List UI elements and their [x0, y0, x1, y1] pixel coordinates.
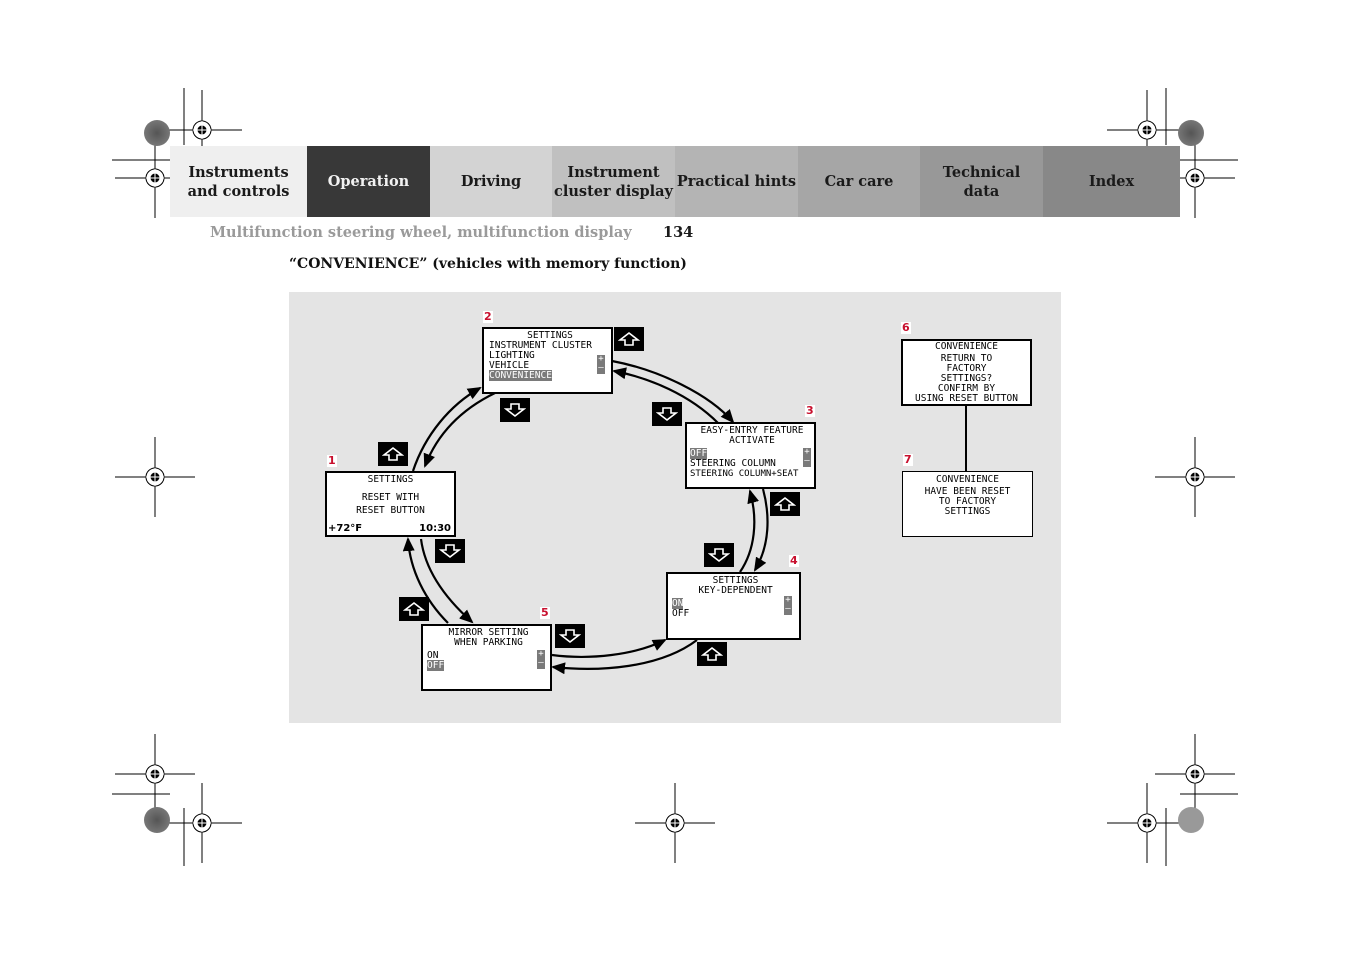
down-arrow-button[interactable] — [500, 398, 530, 422]
arrow-up-icon — [618, 331, 640, 346]
display-screen-4: SETTINGS KEY-DEPENDENT ON OFF + – — [666, 572, 801, 640]
step-number-5: 5 — [540, 606, 550, 619]
up-arrow-button[interactable] — [399, 597, 429, 621]
option-off-selected: OFF — [427, 660, 445, 671]
option-on: ON — [427, 650, 439, 661]
arrow-up-icon — [701, 646, 723, 661]
up-arrow-button[interactable] — [697, 642, 727, 666]
menu-item-convenience-selected: CONVENIENCE — [489, 370, 552, 381]
screen-line: SETTINGS — [944, 506, 991, 517]
arrow-up-icon — [774, 496, 796, 511]
clock-readout: 10:30 — [419, 523, 451, 534]
step-number-7: 7 — [903, 453, 913, 466]
display-screen-2: SETTINGS INSTRUMENT CLUSTER LIGHTING VEH… — [482, 327, 613, 394]
arrow-down-icon — [559, 629, 581, 644]
plus-minus-indicator: + – — [784, 595, 792, 615]
step-number-2: 2 — [483, 310, 493, 323]
screen-line: USING RESET BUTTON — [915, 393, 1018, 404]
step-number-1: 1 — [327, 454, 337, 467]
screen-title: SETTINGS — [367, 474, 414, 485]
arrow-down-icon — [439, 544, 461, 559]
display-screen-5: MIRROR SETTING WHEN PARKING ON OFF + – — [421, 624, 552, 691]
arrow-4-to-3 — [739, 489, 759, 573]
arrow-up-icon — [403, 601, 425, 616]
step-number-6: 6 — [901, 321, 911, 334]
screen-title: CONVENIENCE — [936, 474, 999, 485]
screen-subtitle: ACTIVATE — [729, 435, 775, 446]
arrow-3-to-4 — [753, 488, 769, 572]
display-screen-1: SETTINGS RESET WITH RESET BUTTON +72°F 1… — [325, 471, 456, 537]
arrow-down-icon — [656, 407, 678, 422]
arrow-down-icon — [708, 548, 730, 563]
arrow-down-icon — [504, 403, 526, 418]
step-number-3: 3 — [805, 404, 815, 417]
flow-arrows — [402, 359, 967, 675]
plus-minus-indicator: + – — [803, 447, 811, 467]
arrow-up-icon — [382, 446, 404, 461]
down-arrow-button[interactable] — [704, 543, 734, 567]
up-arrow-button[interactable] — [614, 327, 644, 351]
screen-line: RESET BUTTON — [356, 505, 425, 516]
plus-minus-indicator: + – — [597, 354, 605, 374]
screen-title: CONVENIENCE — [935, 341, 998, 352]
display-screen-3: EASY-ENTRY FEATURE ACTIVATE OFF STEERING… — [685, 422, 816, 489]
option-off: OFF — [672, 608, 690, 619]
temperature-readout: +72°F — [328, 523, 363, 534]
down-arrow-button[interactable] — [652, 402, 682, 426]
screen-line: RESET WITH — [361, 492, 420, 503]
display-screen-7: CONVENIENCE HAVE BEEN RESET TO FACTORY S… — [902, 471, 1033, 537]
step-number-4: 4 — [789, 554, 799, 567]
screen-subtitle: WHEN PARKING — [454, 637, 523, 648]
plus-minus-indicator: + – — [537, 649, 545, 669]
display-screen-6: CONVENIENCE RETURN TO FACTORY SETTINGS? … — [901, 339, 1032, 406]
screen-subtitle: KEY-DEPENDENT — [698, 585, 773, 596]
down-arrow-button[interactable] — [435, 539, 465, 563]
option-steering-column: STEERING COLUMN — [690, 458, 776, 469]
up-arrow-button[interactable] — [770, 492, 800, 516]
up-arrow-button[interactable] — [378, 442, 408, 466]
down-arrow-button[interactable] — [555, 624, 585, 648]
option-steering-column-seat: STEERING COLUMN+SEAT — [690, 469, 799, 479]
